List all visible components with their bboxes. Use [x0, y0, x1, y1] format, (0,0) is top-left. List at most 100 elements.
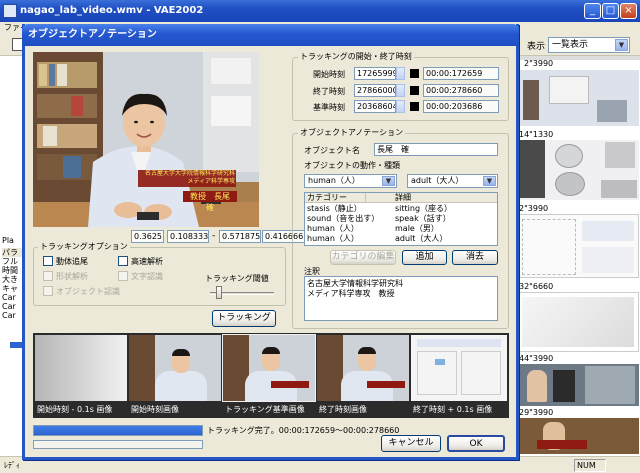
- table-header-category[interactable]: カテゴリー: [307, 193, 365, 203]
- end-time-spinner[interactable]: [396, 84, 405, 97]
- outer-window-title: nagao_lab_video.wmv - VAE2002: [20, 5, 204, 16]
- object-annotation-legend: オブジェクトアノテーション: [298, 127, 406, 138]
- thumb-label: 2"3990: [519, 204, 549, 213]
- thumb-label: 2"3990: [524, 59, 554, 68]
- base-time-input[interactable]: 203686042: [354, 100, 396, 113]
- threshold-slider-thumb[interactable]: [216, 286, 222, 299]
- filmstrip-frame-after-end[interactable]: [411, 335, 507, 401]
- filmstrip-caption: 開始時刻画像: [131, 405, 179, 414]
- table-cell: stasis（静止）: [307, 204, 362, 213]
- filmstrip-caption: トラッキング基準画像: [225, 405, 305, 414]
- table-header: カテゴリー 詳細: [305, 193, 497, 203]
- table-cell: male（男）: [395, 224, 439, 233]
- dialog-title: オブジェクトアノテーション: [28, 29, 157, 40]
- object-recognition-label: オブジェクト認識: [56, 287, 120, 296]
- thumb-label: 14"1330: [519, 130, 554, 139]
- start-time-label: 開始時刻: [313, 70, 345, 79]
- thumb-image[interactable]: [519, 418, 639, 454]
- object-name-label: オブジェクト名: [304, 146, 360, 155]
- thumb-image[interactable]: [519, 292, 639, 352]
- annotation-table[interactable]: カテゴリー 詳細 stasis（静止） sitting（座る） sound（音を…: [304, 192, 498, 246]
- table-header-detail[interactable]: 詳細: [395, 193, 411, 203]
- base-time-display: 00:00:203686: [423, 100, 499, 113]
- filmstrip: 開始時刻 - 0.1s 画像 開始時刻画像 トラッキング基準画像 終了時刻画像 …: [33, 333, 509, 418]
- edit-category-button[interactable]: カテゴリの編集: [330, 250, 396, 265]
- video-caption-line2: メディア科学専攻: [187, 178, 235, 185]
- fast-analysis-checkbox[interactable]: [118, 256, 128, 266]
- filmstrip-frame-end[interactable]: [317, 335, 409, 401]
- action-type-label: オブジェクトの動作・種類: [304, 161, 400, 170]
- start-time-display: 00:00:172659: [423, 67, 499, 80]
- text-recognition-label: 文字認識: [131, 272, 163, 281]
- filmstrip-caption: 開始時刻 - 0.1s 画像: [37, 405, 113, 414]
- detail-select-value: adult（大人）: [411, 176, 464, 185]
- thumb-image[interactable]: [519, 214, 639, 278]
- category-select[interactable]: human（人） ▼: [304, 174, 397, 188]
- add-button[interactable]: 追加: [402, 250, 447, 265]
- num-indicator: NUM: [574, 459, 606, 472]
- text-recognition-checkbox[interactable]: [118, 271, 128, 281]
- progress-status-text: トラッキング完了。00:00:172659～00:00:278660: [207, 426, 400, 435]
- minimize-button[interactable]: _: [584, 3, 601, 19]
- video-frame[interactable]: 名古屋大学大学院情報科学研究科 メディア科学専攻 教授 長尾 確: [33, 52, 259, 227]
- base-time-label: 基準時刻: [313, 103, 345, 112]
- display-mode-select[interactable]: 一覧表示 ▼: [548, 37, 630, 53]
- shape-analysis-checkbox[interactable]: [43, 271, 53, 281]
- table-cell: sitting（座る）: [395, 204, 453, 213]
- shape-analysis-label: 形状解析: [56, 272, 88, 281]
- thumb-image[interactable]: [519, 140, 639, 200]
- tracking-button[interactable]: トラッキング: [212, 310, 276, 327]
- maximize-button[interactable]: □: [602, 3, 619, 19]
- delete-button[interactable]: 消去: [452, 250, 498, 265]
- table-cell: human（人）: [307, 224, 359, 233]
- display-label: 表示: [527, 42, 546, 52]
- thumb-label: 32"6660: [519, 282, 554, 291]
- motion-tracking-checkbox[interactable]: [43, 256, 53, 266]
- end-time-label: 終了時刻: [313, 87, 345, 96]
- table-cell: adult（大人）: [395, 234, 448, 243]
- motion-tracking-label: 動体追尾: [56, 257, 88, 266]
- chevron-down-icon: ▼: [615, 39, 628, 51]
- detail-select[interactable]: adult（大人） ▼: [407, 174, 498, 188]
- left-scroll-marker: [10, 342, 22, 348]
- end-time-input[interactable]: 278660000: [354, 84, 396, 97]
- thumb-label: 44"3990: [519, 354, 554, 363]
- base-time-swatch[interactable]: [410, 102, 419, 111]
- object-recognition-checkbox[interactable]: [43, 286, 53, 296]
- end-time-swatch[interactable]: [410, 86, 419, 95]
- video-caption-line1: 名古屋大学大学院情報科学研究科: [144, 170, 235, 177]
- cancel-button[interactable]: キャンセル: [381, 435, 441, 452]
- fast-analysis-label: 高速解析: [131, 257, 163, 266]
- display-mode-value: 一覧表示: [552, 40, 589, 50]
- start-time-swatch[interactable]: [410, 69, 419, 78]
- table-cell: speak（話す）: [395, 214, 451, 223]
- notes-textarea[interactable]: 名古屋大学情報科学研究科 メディア科学専攻 教授: [304, 276, 498, 321]
- start-time-input[interactable]: 172659995: [354, 67, 396, 80]
- start-time-spinner[interactable]: [396, 67, 405, 80]
- category-select-value: human（人）: [308, 176, 360, 185]
- table-cell: sound（音を出す）: [307, 214, 380, 223]
- progress-fill: [34, 426, 202, 435]
- secondary-progress-bar: [33, 440, 203, 449]
- filmstrip-caption: 終了時刻 + 0.1s 画像: [413, 405, 493, 414]
- video-caption-name: 教授 長尾 確: [183, 191, 238, 212]
- thumb-image[interactable]: [519, 70, 639, 126]
- coord-x1: 0.3625: [131, 230, 164, 243]
- end-time-display: 00:00:278660: [423, 84, 499, 97]
- chevron-down-icon: ▼: [483, 176, 496, 186]
- status-text: ﾚﾃﾞｨ: [4, 461, 20, 470]
- app-icon: [3, 4, 17, 18]
- base-time-spinner[interactable]: [396, 100, 405, 113]
- table-cell: human（人）: [307, 234, 359, 243]
- threshold-slider-track[interactable]: [210, 286, 274, 299]
- close-button[interactable]: ×: [620, 3, 637, 19]
- object-name-input[interactable]: 長尾 確: [374, 143, 498, 156]
- tracking-threshold-label: トラッキング閾値: [205, 274, 269, 283]
- ok-button[interactable]: OK: [447, 435, 505, 452]
- filmstrip-frame-before-start[interactable]: [35, 335, 127, 401]
- filmstrip-frame-start[interactable]: [129, 335, 221, 401]
- thumb-image[interactable]: [519, 364, 639, 406]
- tracking-options-legend: トラッキングオプション: [38, 241, 130, 252]
- filmstrip-caption: 終了時刻画像: [319, 405, 367, 414]
- notes-line: 名古屋大学情報科学研究科: [307, 279, 403, 288]
